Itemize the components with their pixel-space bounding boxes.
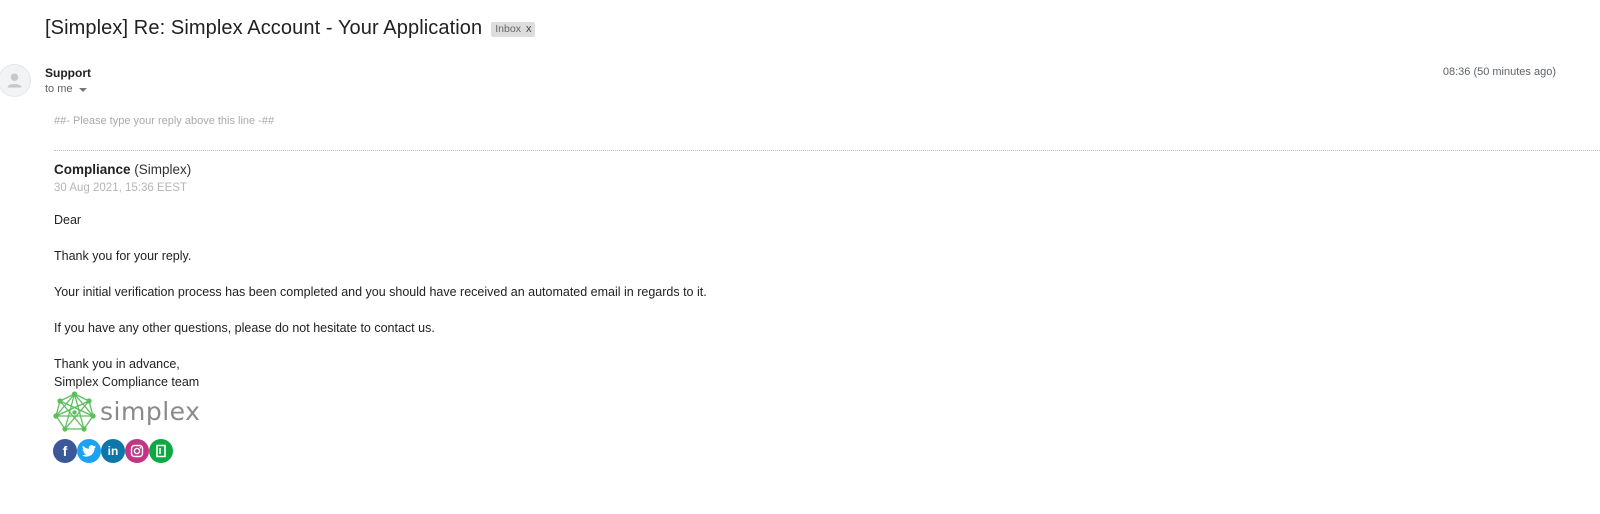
email-timestamp: 08:36 (50 minutes ago) bbox=[1442, 66, 1556, 78]
sender-name[interactable]: Support bbox=[45, 66, 91, 80]
recipient-text: to me bbox=[45, 83, 73, 95]
glassdoor-icon[interactable] bbox=[149, 439, 173, 463]
instagram-camera-glyph bbox=[130, 444, 144, 458]
person-icon bbox=[7, 73, 22, 88]
glassdoor-door-glyph bbox=[156, 444, 166, 458]
remove-label-button[interactable]: x bbox=[526, 23, 532, 36]
twitter-bird-glyph bbox=[82, 445, 96, 457]
questions-line: If you have any other questions, please … bbox=[54, 321, 435, 335]
twitter-icon[interactable] bbox=[77, 439, 101, 463]
linkedin-icon[interactable]: in bbox=[101, 439, 125, 463]
social-links: f in bbox=[53, 439, 173, 463]
verification-line: Your initial verification process has be… bbox=[54, 285, 707, 299]
inbox-label[interactable]: Inbox x bbox=[491, 22, 536, 37]
email-subject: [Simplex] Re: Simplex Account - Your App… bbox=[45, 17, 483, 39]
simplex-logo: simplex bbox=[53, 391, 200, 434]
logo-text: simplex bbox=[100, 397, 201, 426]
closing-line: Thank you in advance, bbox=[54, 357, 180, 371]
author-name: Compliance bbox=[54, 162, 131, 177]
thanks-line: Thank you for your reply. bbox=[54, 249, 192, 263]
simplex-network-icon bbox=[53, 391, 96, 432]
sender-avatar[interactable] bbox=[0, 64, 31, 97]
facebook-icon[interactable]: f bbox=[53, 439, 77, 463]
email-view: [Simplex] Re: Simplex Account - Your App… bbox=[0, 0, 1600, 514]
subject-row: [Simplex] Re: Simplex Account - Your App… bbox=[45, 17, 536, 40]
signature-line: Simplex Compliance team bbox=[54, 375, 200, 389]
reply-separator-text: ##- Please type your reply above this li… bbox=[54, 115, 275, 127]
message-author: Compliance (Simplex) bbox=[54, 162, 191, 177]
message-date: 30 Aug 2021, 15:36 EEST bbox=[54, 182, 187, 194]
divider bbox=[54, 150, 1600, 151]
instagram-icon[interactable] bbox=[125, 439, 149, 463]
greeting-line: Dear bbox=[54, 213, 82, 227]
chevron-down-icon bbox=[78, 87, 87, 92]
author-organization: (Simplex) bbox=[134, 162, 192, 177]
inbox-label-text: Inbox bbox=[495, 23, 521, 35]
recipient-toggle[interactable]: to me bbox=[45, 83, 87, 95]
